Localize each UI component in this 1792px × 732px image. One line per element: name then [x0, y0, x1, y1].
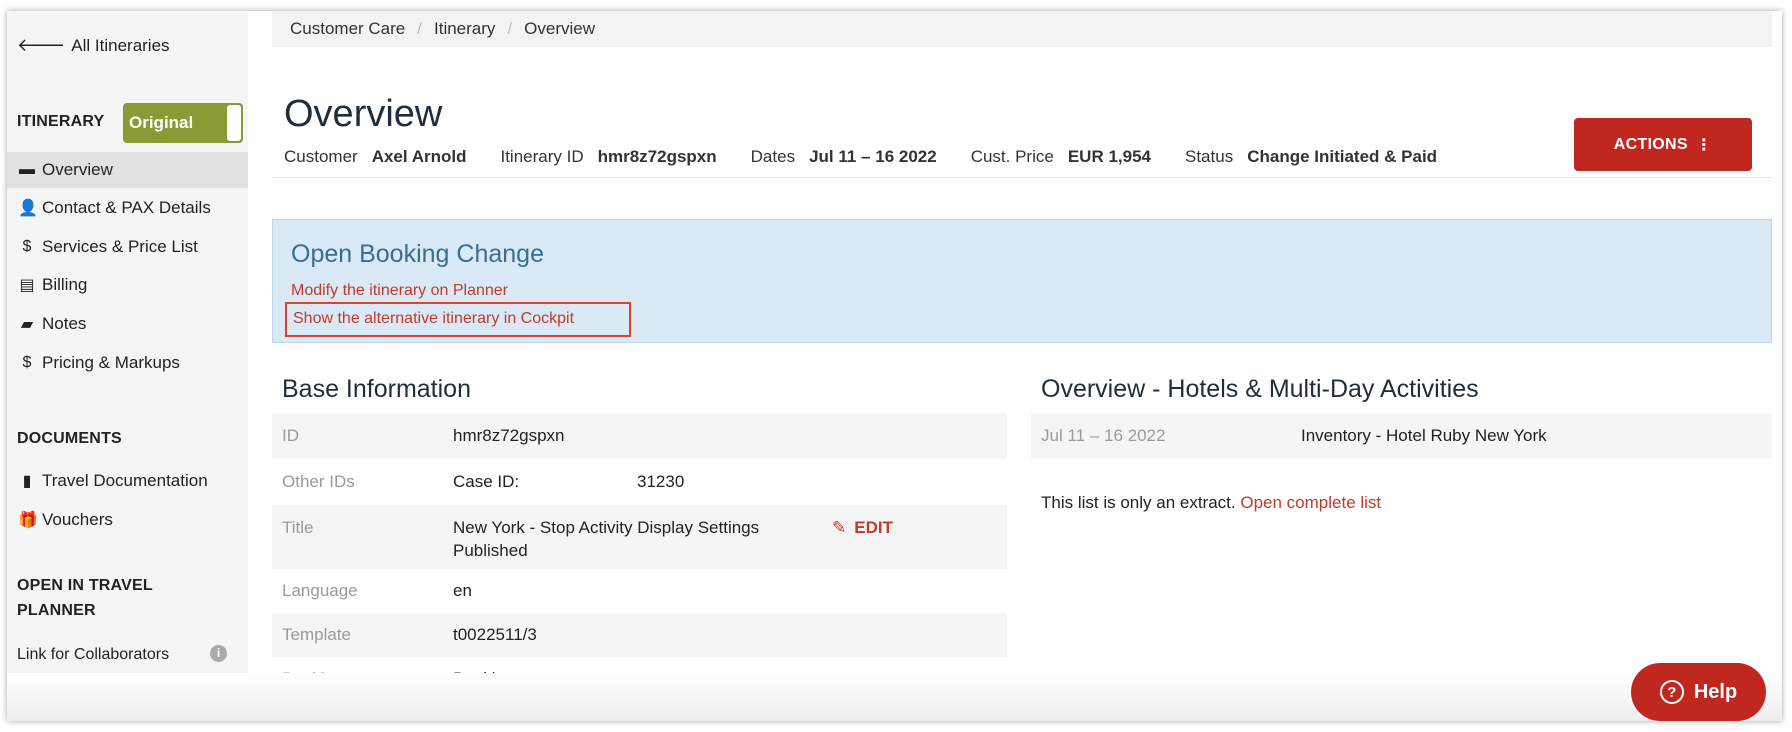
dates-value: Jul 11 – 16 2022 — [809, 147, 937, 166]
sidebar-item-label: Services & Price List — [42, 237, 198, 256]
documents-section-title: DOCUMENTS — [17, 430, 122, 447]
app-window: 🡐 All Itineraries ITINERARY Original ▬ O… — [7, 11, 1782, 721]
hotels-title: Overview - Hotels & Multi-Day Activities — [1041, 375, 1479, 403]
sidebar-item-pricing[interactable]: $ Pricing & Markups — [7, 345, 248, 381]
breadcrumb-item-itinerary[interactable]: Itinerary — [434, 19, 495, 39]
sidebar-item-overview[interactable]: ▬ Overview — [7, 152, 248, 188]
sidebar-item-label: Pricing & Markups — [42, 353, 180, 372]
row-value: New York - Stop Activity Display Setting… — [453, 518, 760, 537]
sidebar-item-label: Notes — [42, 314, 87, 333]
toggle-label: Original — [129, 113, 194, 132]
extract-note: This list is only an extract. Open compl… — [1041, 493, 1381, 513]
itinerary-section-title: ITINERARY — [17, 113, 105, 130]
toggle-knob — [227, 105, 241, 141]
hotel-dates: Jul 11 – 16 2022 — [1041, 426, 1166, 445]
question-icon: ? — [1659, 680, 1684, 704]
customer-value: Axel Arnold — [371, 147, 467, 166]
list-item: Jul 11 – 16 2022 Inventory - Hotel Ruby … — [1031, 413, 1772, 459]
book-icon: ▮ — [22, 473, 32, 490]
modify-itinerary-link[interactable]: Modify the itinerary on Planner — [291, 282, 508, 300]
edit-title-button[interactable]: ✎ EDIT — [832, 518, 893, 538]
page-title: Overview — [284, 93, 443, 135]
row-value-status: Published — [453, 541, 528, 560]
edit-label: EDIT — [854, 518, 893, 537]
status-label: Status — [1185, 147, 1234, 166]
hotel-name: Inventory - Hotel Ruby New York — [1301, 426, 1547, 445]
actions-label: ACTIONS — [1613, 135, 1688, 153]
base-info-title: Base Information — [282, 375, 471, 403]
row-value: Case ID: — [453, 472, 520, 491]
sidebar-item-travel-documentation[interactable]: ▮ Travel Documentation — [7, 463, 248, 499]
divider — [272, 177, 1772, 178]
arrow-left-icon: 🡐 — [17, 35, 66, 55]
extract-text: This list is only an extract. — [1041, 493, 1236, 512]
dollar-icon: $ — [22, 354, 32, 371]
dollar-icon: $ — [22, 238, 32, 255]
breadcrumb-separator: / — [417, 19, 422, 38]
sidebar-item-label: Travel Documentation — [42, 471, 208, 490]
gift-icon: 🎁 — [18, 512, 38, 529]
price-value: EUR 1,954 — [1067, 147, 1151, 166]
back-label: All Itineraries — [71, 35, 170, 55]
sidebar-item-label: Vouchers — [42, 510, 113, 529]
status-value: Change Initiated & Paid — [1247, 147, 1438, 166]
sidebar-item-label: Billing — [42, 275, 88, 294]
sidebar-item-billing[interactable]: ▤ Billing — [7, 267, 248, 303]
breadcrumb-item-overview: Overview — [524, 19, 596, 38]
row-value: en — [453, 581, 472, 600]
sidebar-item-label: Contact & PAX Details — [42, 198, 211, 217]
row-key: Other IDs — [282, 472, 355, 491]
collaborators-link[interactable]: Link for Collaborators — [17, 646, 169, 664]
table-row: ID hmr8z72gspxn — [272, 413, 1007, 459]
all-itineraries-link[interactable]: 🡐 All Itineraries — [17, 35, 170, 56]
help-button[interactable]: ? Help — [1631, 663, 1766, 721]
sidebar-item-notes[interactable]: ▰ Notes — [7, 306, 248, 342]
sidebar-item-label: Overview — [42, 160, 113, 179]
planner-section-title: OPEN IN TRAVEL — [17, 577, 153, 594]
row-key: ID — [282, 426, 299, 445]
itinerary-meta: Customer Axel Arnold Itinerary ID hmr8z7… — [284, 147, 1471, 167]
bottom-fade — [7, 673, 1782, 721]
table-row: Title New York - Stop Activity Display S… — [272, 505, 1007, 569]
dates-label: Dates — [750, 147, 796, 166]
price-label: Cust. Price — [970, 147, 1054, 166]
breadcrumb-separator: / — [507, 19, 513, 38]
table-row: Template t0022511/3 — [272, 613, 1007, 657]
table-row: Language en — [272, 569, 1007, 613]
original-toggle[interactable]: Original — [123, 103, 243, 143]
sidebar-item-vouchers[interactable]: 🎁 Vouchers — [7, 502, 248, 538]
alert-title: Open Booking Change — [291, 240, 544, 268]
row-key: Template — [282, 625, 351, 644]
itinerary-id-label: Itinerary ID — [500, 147, 584, 166]
case-id-value: 31230 — [637, 472, 685, 491]
sidebar: 🡐 All Itineraries ITINERARY Original ▬ O… — [7, 11, 248, 673]
folder-icon: ▬ — [19, 161, 35, 178]
row-key: Language — [282, 581, 358, 600]
table-row: Other IDs Case ID: 31230 — [272, 459, 1007, 505]
info-icon[interactable]: i — [210, 645, 227, 662]
actions-button[interactable]: ACTIONS ⋮ — [1574, 118, 1752, 171]
customer-label: Customer — [284, 147, 358, 166]
more-vertical-icon: ⋮ — [1695, 136, 1713, 154]
user-icon: 👤 — [18, 200, 38, 217]
comment-icon: ▰ — [20, 316, 34, 333]
sidebar-item-services[interactable]: $ Services & Price List — [7, 229, 248, 265]
row-value: hmr8z72gspxn — [453, 426, 565, 445]
booking-change-alert: Open Booking Change Modify the itinerary… — [272, 219, 1772, 343]
breadcrumb: Customer Care / Itinerary / Overview — [272, 11, 1772, 47]
template-link[interactable]: t0022511/3 — [453, 625, 537, 645]
breadcrumb-item-customer-care[interactable]: Customer Care — [290, 19, 405, 39]
help-label: Help — [1693, 680, 1738, 703]
pencil-icon: ✎ — [832, 518, 847, 537]
row-key: Title — [282, 518, 314, 537]
open-complete-list-link[interactable]: Open complete list — [1240, 493, 1381, 512]
planner-section-title-line2: PLANNER — [17, 602, 96, 619]
show-alternative-itinerary-link[interactable]: Show the alternative itinerary in Cockpi… — [285, 302, 631, 337]
sidebar-item-contact[interactable]: 👤 Contact & PAX Details — [7, 190, 248, 226]
credit-card-icon: ▤ — [19, 277, 35, 294]
itinerary-id-value: hmr8z72gspxn — [597, 147, 717, 166]
